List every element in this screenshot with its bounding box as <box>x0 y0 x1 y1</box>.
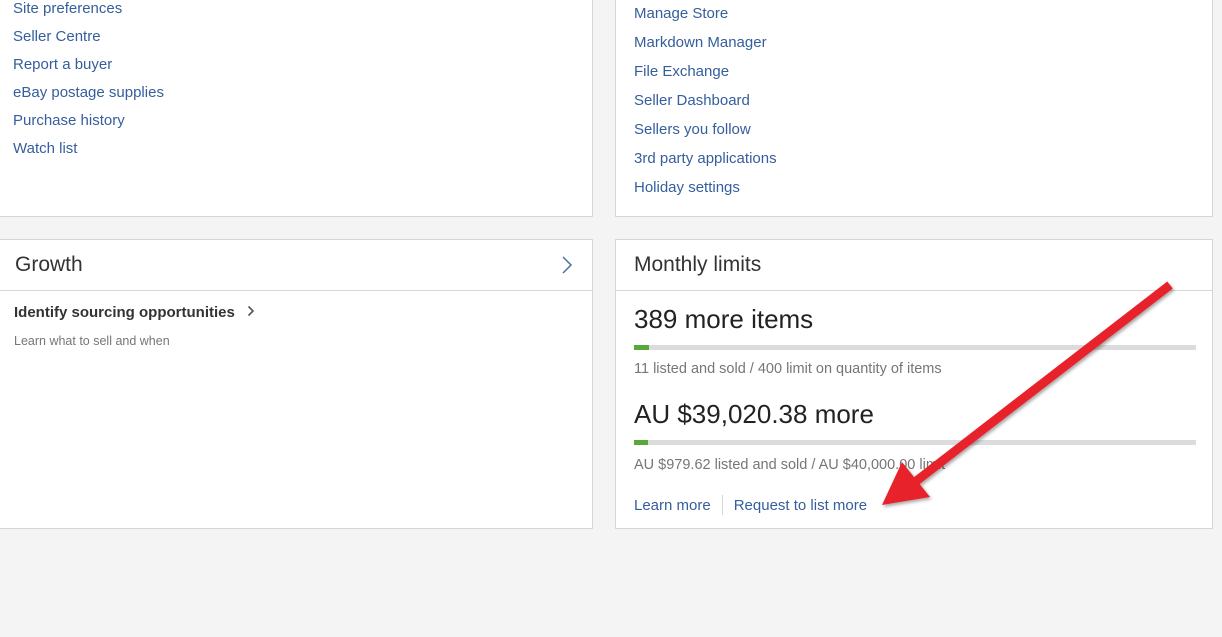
account-links-list: Site preferences Seller Centre Report a … <box>13 0 164 168</box>
monthly-limits-header: Monthly limits <box>616 240 1212 291</box>
account-links-card: Site preferences Seller Centre Report a … <box>0 0 593 217</box>
value-progress-bar <box>634 440 1196 445</box>
growth-card: Growth Identify sourcing opportunities L… <box>0 239 593 529</box>
link-seller-dashboard[interactable]: Seller Dashboard <box>634 92 777 121</box>
link-sellers-you-follow[interactable]: Sellers you follow <box>634 121 777 150</box>
actions-divider <box>721 495 723 515</box>
items-progress-bar <box>634 345 1196 350</box>
items-limit-note: 11 listed and sold / 400 limit on quanti… <box>634 361 942 377</box>
value-limit-note: AU $979.62 listed and sold / AU $40,000.… <box>634 457 946 473</box>
link-watch-list[interactable]: Watch list <box>13 140 164 168</box>
link-report-a-buyer[interactable]: Report a buyer <box>13 56 164 84</box>
identify-sourcing-link[interactable]: Identify sourcing opportunities <box>14 304 255 321</box>
link-seller-centre[interactable]: Seller Centre <box>13 28 164 56</box>
identify-sourcing-description: Learn what to sell and when <box>14 334 170 348</box>
link-file-exchange[interactable]: File Exchange <box>634 63 777 92</box>
limits-actions: Learn more Request to list more <box>634 495 867 515</box>
monthly-limits-title: Monthly limits <box>634 253 762 276</box>
growth-header[interactable]: Growth <box>0 240 592 291</box>
link-markdown-manager[interactable]: Markdown Manager <box>634 34 777 63</box>
seller-tools-list: Manage Store Markdown Manager File Excha… <box>634 5 777 208</box>
link-ebay-postage-supplies[interactable]: eBay postage supplies <box>13 84 164 112</box>
learn-more-link[interactable]: Learn more <box>634 497 711 514</box>
items-progress-fill <box>634 345 650 350</box>
chevron-right-icon <box>247 305 255 317</box>
seller-tools-card: Manage Store Markdown Manager File Excha… <box>615 0 1213 217</box>
value-remaining-headline: AU $39,020.38 more <box>634 399 874 429</box>
monthly-limits-card: Monthly limits 389 more items 11 listed … <box>615 239 1213 529</box>
chevron-right-icon[interactable] <box>560 254 574 276</box>
growth-title: Growth <box>15 253 83 276</box>
link-3rd-party-applications[interactable]: 3rd party applications <box>634 150 777 179</box>
value-progress-fill <box>634 440 648 445</box>
link-holiday-settings[interactable]: Holiday settings <box>634 179 777 208</box>
link-site-preferences[interactable]: Site preferences <box>13 0 164 28</box>
request-to-list-more-link[interactable]: Request to list more <box>734 497 867 514</box>
link-purchase-history[interactable]: Purchase history <box>13 112 164 140</box>
identify-sourcing-label: Identify sourcing opportunities <box>14 304 235 321</box>
link-manage-store[interactable]: Manage Store <box>634 5 777 34</box>
items-remaining-headline: 389 more items <box>634 304 814 334</box>
